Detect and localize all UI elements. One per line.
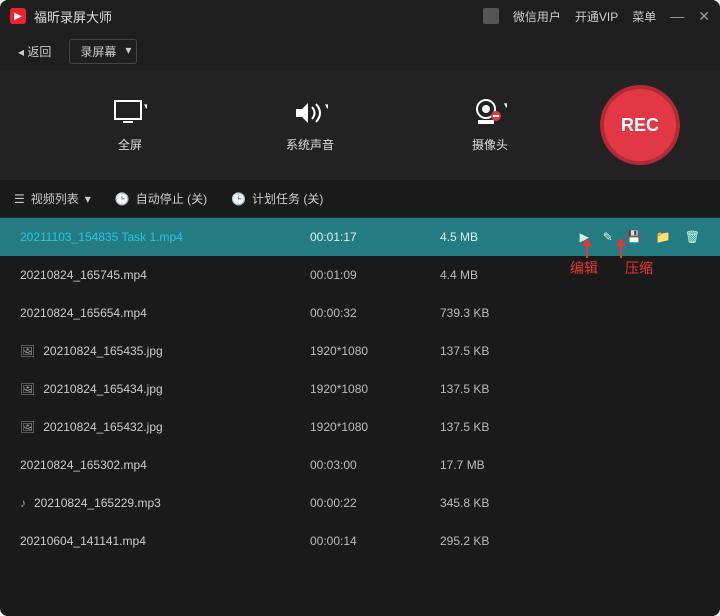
file-name: 20210824_165434.jpg: [43, 382, 162, 396]
menu-link[interactable]: 菜单: [632, 8, 656, 25]
audio-icon: ♪: [20, 496, 26, 510]
file-name: 20210824_165432.jpg: [43, 420, 162, 434]
clock-icon: 🕒: [115, 192, 130, 206]
save-icon[interactable]: 💾: [627, 230, 642, 244]
app-title: 福昕录屏大师: [34, 7, 112, 26]
schedule-label: 计划任务 (关): [252, 190, 323, 207]
fullscreen-option[interactable]: ▾ 全屏: [40, 98, 220, 153]
file-duration: 00:00:14: [310, 534, 440, 548]
monitor-icon: ▾: [113, 98, 147, 128]
file-duration: 00:01:09: [310, 268, 440, 282]
file-size: 17.7 MB: [440, 458, 550, 472]
tab-autostop[interactable]: 🕒 自动停止 (关): [115, 190, 207, 207]
file-actions: ▶ ✎ 💾 📁 🗑: [580, 230, 700, 244]
file-duration: 1920*1080: [310, 344, 440, 358]
file-duration: 00:01:17: [310, 230, 440, 244]
file-row[interactable]: ♪ 20210824_165229.mp3 00:00:22345.8 KB: [0, 484, 720, 522]
svg-text:▾: ▾: [504, 100, 507, 110]
file-size: 137.5 KB: [440, 382, 550, 396]
tabbar: ☰ 视频列表 ▾ 🕒 自动停止 (关) 🕒 计划任务 (关): [0, 180, 720, 218]
camera-label: 摄像头: [472, 136, 508, 153]
image-icon: 🖼: [20, 344, 35, 358]
tab-video-list-label: 视频列表: [31, 190, 79, 207]
file-name-cell: 20210824_165745.mp4: [20, 268, 310, 282]
tab-video-list[interactable]: ☰ 视频列表 ▾: [14, 190, 91, 207]
file-row[interactable]: 20210824_165302.mp4 00:03:0017.7 MB: [0, 446, 720, 484]
tab-schedule[interactable]: 🕒 计划任务 (关): [231, 190, 323, 207]
file-size: 739.3 KB: [440, 306, 550, 320]
fullscreen-label: 全屏: [118, 136, 142, 153]
titlebar-right: 微信用户 开通VIP 菜单 — ✕: [483, 8, 710, 25]
file-duration: 00:03:00: [310, 458, 440, 472]
user-avatar-icon[interactable]: [483, 8, 499, 24]
file-size: 295.2 KB: [440, 534, 550, 548]
file-name: 20210604_141141.mp4: [20, 534, 146, 548]
file-name: 20210824_165745.mp4: [20, 268, 147, 282]
file-name-cell: 20210604_141141.mp4: [20, 534, 310, 548]
camera-icon: ▾: [473, 98, 507, 128]
file-row[interactable]: 🖼 20210824_165434.jpg 1920*1080137.5 KB: [0, 370, 720, 408]
file-name-cell: 🖼 20210824_165434.jpg: [20, 382, 310, 396]
play-icon[interactable]: ▶: [580, 230, 589, 244]
file-duration: 1920*1080: [310, 382, 440, 396]
file-name-cell: 20210824_165654.mp4: [20, 306, 310, 320]
speaker-icon: ▾: [292, 98, 328, 128]
file-row[interactable]: 20210824_165654.mp4 00:00:32739.3 KB: [0, 294, 720, 332]
options-area: ▾ 全屏 ▾ 系统声音 ▾ 摄像头 REC: [0, 70, 720, 180]
file-name: 20210824_165229.mp3: [34, 496, 161, 510]
autostop-label: 自动停止 (关): [136, 190, 207, 207]
close-icon[interactable]: ✕: [698, 8, 710, 25]
titlebar: ▶ 福昕录屏大师 微信用户 开通VIP 菜单 — ✕: [0, 0, 720, 32]
sysaudio-option[interactable]: ▾ 系统声音: [220, 98, 400, 153]
file-name-cell: 20211103_154835 Task 1.mp4: [20, 230, 310, 244]
record-label: REC: [621, 115, 659, 136]
back-button[interactable]: ◂ 返回: [10, 40, 59, 63]
app-logo-icon: ▶: [10, 8, 26, 24]
minimize-icon[interactable]: —: [670, 8, 684, 24]
file-row[interactable]: 🖼 20210824_165435.jpg 1920*1080137.5 KB: [0, 332, 720, 370]
file-name: 20210824_165654.mp4: [20, 306, 147, 320]
file-name-cell: 🖼 20210824_165435.jpg: [20, 344, 310, 358]
record-button[interactable]: REC: [600, 85, 680, 165]
edit-icon[interactable]: ✎: [603, 230, 613, 244]
user-type-label[interactable]: 微信用户: [513, 8, 561, 25]
file-duration: 00:00:32: [310, 306, 440, 320]
file-size: 345.8 KB: [440, 496, 550, 510]
file-duration: 00:00:22: [310, 496, 440, 510]
svg-text:▾: ▾: [325, 101, 328, 111]
file-name: 20211103_154835 Task 1.mp4: [20, 230, 183, 244]
file-size: 4.5 MB: [440, 230, 550, 244]
folder-icon[interactable]: 📁: [656, 230, 671, 244]
image-icon: 🖼: [20, 420, 35, 434]
file-name-cell: 🖼 20210824_165432.jpg: [20, 420, 310, 434]
clock-icon: 🕒: [231, 192, 246, 206]
file-list: 20211103_154835 Task 1.mp4 00:01:174.5 MB…: [0, 218, 720, 616]
file-row[interactable]: 20210604_141141.mp4 00:00:14295.2 KB: [0, 522, 720, 560]
file-name-cell: 20210824_165302.mp4: [20, 458, 310, 472]
file-name: 20210824_165435.jpg: [43, 344, 162, 358]
file-size: 4.4 MB: [440, 268, 550, 282]
chevron-down-icon: ▾: [85, 192, 91, 206]
file-size: 137.5 KB: [440, 344, 550, 358]
sysaudio-label: 系统声音: [286, 136, 334, 153]
app-window: ▶ 福昕录屏大师 微信用户 开通VIP 菜单 — ✕ ◂ 返回 录屏幕 ▾ 全屏…: [0, 0, 720, 616]
file-size: 137.5 KB: [440, 420, 550, 434]
camera-option[interactable]: ▾ 摄像头: [400, 98, 580, 153]
svg-text:▾: ▾: [144, 101, 147, 111]
file-name-cell: ♪ 20210824_165229.mp3: [20, 496, 310, 510]
image-icon: 🖼: [20, 382, 35, 396]
list-icon: ☰: [14, 192, 25, 206]
delete-icon[interactable]: 🗑: [685, 230, 700, 244]
file-row[interactable]: 20211103_154835 Task 1.mp4 00:01:174.5 MB…: [0, 218, 720, 256]
vip-link[interactable]: 开通VIP: [575, 8, 618, 25]
subbar: ◂ 返回 录屏幕: [0, 32, 720, 70]
file-name: 20210824_165302.mp4: [20, 458, 147, 472]
mode-dropdown[interactable]: 录屏幕: [69, 39, 137, 64]
file-duration: 1920*1080: [310, 420, 440, 434]
file-row[interactable]: 🖼 20210824_165432.jpg 1920*1080137.5 KB: [0, 408, 720, 446]
file-row[interactable]: 20210824_165745.mp4 00:01:094.4 MB: [0, 256, 720, 294]
